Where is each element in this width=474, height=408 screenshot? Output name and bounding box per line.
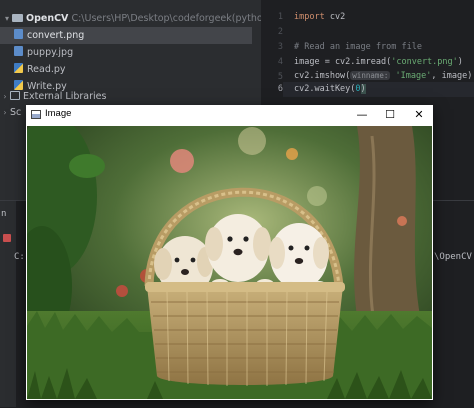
line-number: 3 <box>277 42 283 52</box>
window-app-icon <box>31 110 41 119</box>
image-window[interactable]: Image — ☐ ✕ <box>26 105 433 400</box>
file-name: Read.py <box>27 64 66 75</box>
code-line-6[interactable]: cv2.waitKey(0) <box>283 82 474 97</box>
file-name: puppy.jpg <box>27 47 74 58</box>
puppies-in-basket-photo <box>27 126 432 399</box>
code-text: cv2.imshow( <box>294 71 351 81</box>
chevron-down-icon[interactable]: ▾ <box>2 10 12 27</box>
stop-icon[interactable] <box>3 234 11 242</box>
library-icon <box>10 91 20 100</box>
chevron-right-icon[interactable]: › <box>0 88 10 105</box>
code-text: ) <box>457 57 463 67</box>
line-number: 4 <box>277 57 283 67</box>
line-number: 2 <box>277 27 283 37</box>
run-toolbar: n <box>0 201 16 407</box>
code-text: ) <box>360 84 366 94</box>
external-libraries-row[interactable]: › External Libraries <box>0 88 106 105</box>
string-literal: 'convert.png' <box>391 57 458 67</box>
code-line-3[interactable]: # Read an image from file <box>294 40 422 55</box>
run-tab-label[interactable]: n <box>1 209 6 219</box>
console-output-left: C: <box>14 252 25 262</box>
file-row-convert[interactable]: convert.png <box>0 27 252 44</box>
file-row-read[interactable]: Read.py <box>0 61 66 78</box>
line-number-active: 6 <box>277 84 283 94</box>
image-file-icon <box>14 29 23 39</box>
code-line-1[interactable]: import cv2 <box>294 10 345 25</box>
file-row-puppy[interactable]: puppy.jpg <box>0 44 73 61</box>
chevron-right-icon[interactable]: › <box>0 104 10 121</box>
minimize-button[interactable]: — <box>348 105 376 125</box>
image-file-icon <box>14 46 23 56</box>
folder-icon <box>12 14 23 22</box>
code-text: cv2.waitKey( <box>294 84 356 94</box>
keyword-import: import <box>294 12 325 22</box>
window-titlebar[interactable]: Image — ☐ ✕ <box>26 105 433 125</box>
window-title: Image <box>45 108 72 119</box>
project-root-name: OpenCV <box>26 13 69 24</box>
scratches-label: Sc <box>10 107 22 118</box>
parameter-hint: winname: <box>350 71 391 80</box>
scratches-row[interactable]: › Sc <box>0 104 21 121</box>
string-literal: 'Image' <box>395 71 432 81</box>
file-name: convert.png <box>27 30 85 41</box>
code-line-5[interactable]: cv2.imshow(winname: 'Image', image) <box>294 68 472 83</box>
number-literal: 0 <box>355 84 361 94</box>
displayed-image <box>27 126 432 399</box>
external-libraries-label: External Libraries <box>23 91 107 102</box>
maximize-button[interactable]: ☐ <box>376 105 404 125</box>
python-file-icon <box>14 63 23 73</box>
line-number: 1 <box>277 12 283 22</box>
close-button[interactable]: ✕ <box>405 105 433 125</box>
code-text: image = cv2.imread( <box>294 57 392 67</box>
code-text: cv2 <box>324 12 346 22</box>
console-output-right: \OpenCV <box>434 252 472 262</box>
code-text: , image) <box>431 71 473 81</box>
